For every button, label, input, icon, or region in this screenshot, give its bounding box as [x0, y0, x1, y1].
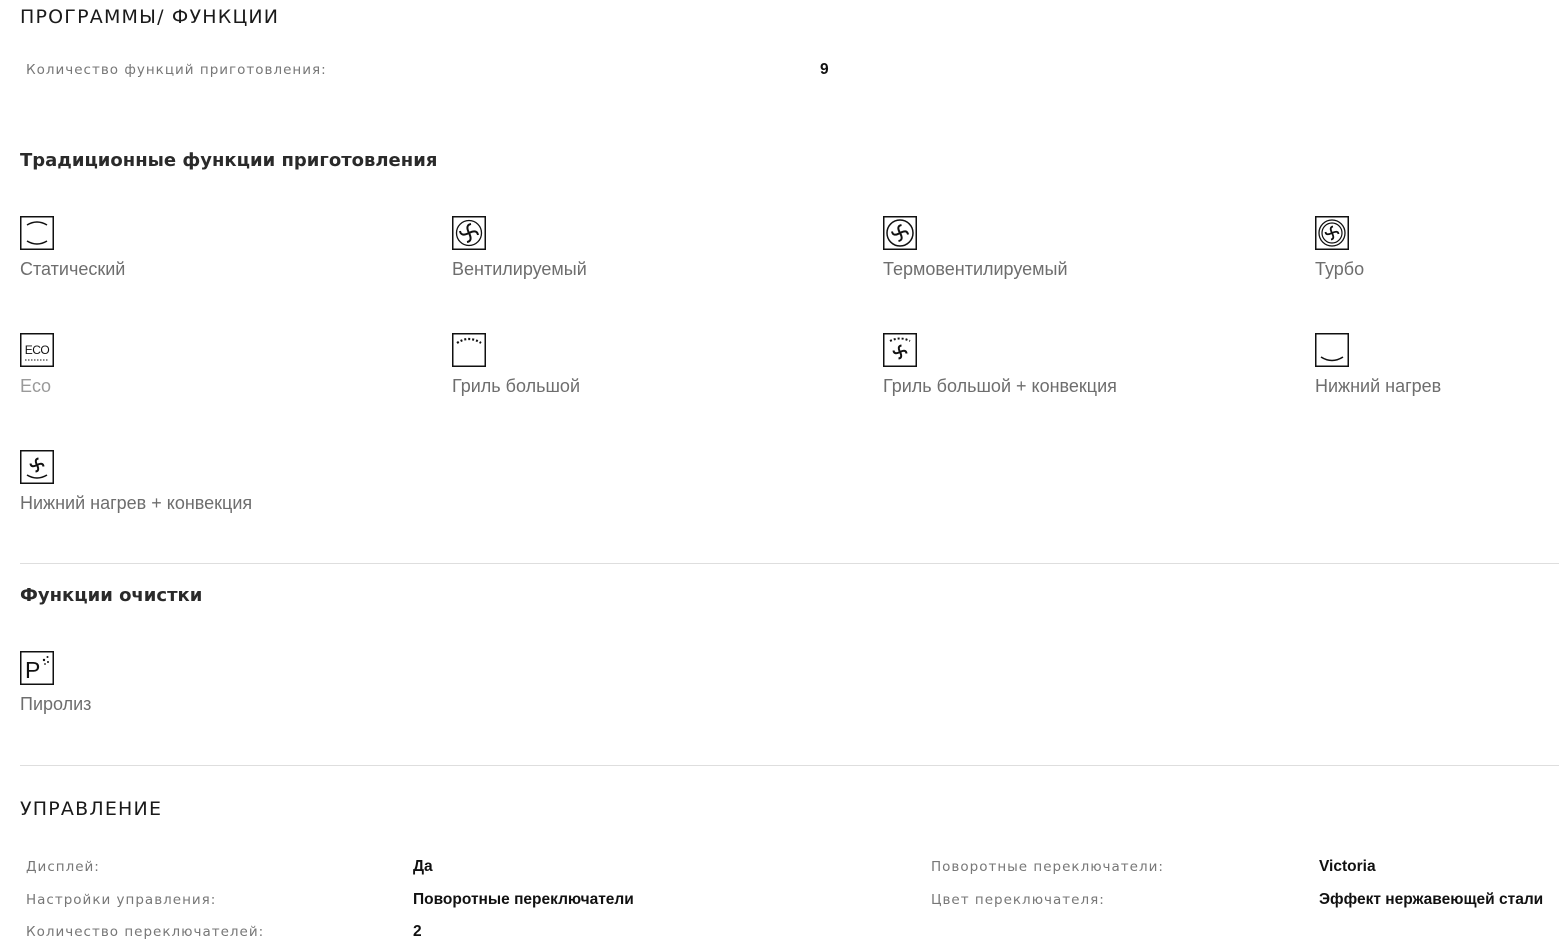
eco-icon-text: ECO: [25, 343, 50, 357]
grill-fan-icon: [883, 333, 917, 367]
switch-count-label: Количество переключателей:: [26, 924, 265, 940]
switch-count-value: 2: [413, 923, 422, 940]
switch-color-value: Эффект нержавеющей стали: [1319, 891, 1544, 908]
feature-label: Статический: [20, 259, 126, 279]
feature-label: Гриль большой + конвекция: [883, 376, 1117, 396]
fan-circle-icon: [883, 216, 917, 250]
rotary-switches-label: Поворотные переключатели:: [931, 859, 1164, 875]
pyrolysis-icon: P: [20, 651, 54, 685]
feature-large-grill: Гриль большой: [452, 333, 852, 413]
feature-label: Термовентилируемый: [883, 259, 1068, 279]
pyrolysis-icon-text: P: [25, 657, 40, 683]
eco-icon: ECO: [20, 333, 54, 367]
traditional-functions-title: Традиционные функции приготовления: [20, 150, 438, 171]
turbo-fan-icon: [1315, 216, 1349, 250]
bottom-heat-icon: [1315, 333, 1349, 367]
feature-label: Пиролиз: [20, 694, 92, 714]
feature-label: Нижний нагрев + конвекция: [20, 493, 253, 513]
cooking-functions-count-value: 9: [820, 61, 829, 78]
rotary-switches-value: Victoria: [1319, 858, 1376, 875]
control-settings-value: Поворотные переключатели: [413, 891, 634, 908]
cooking-functions-count-label: Количество функций приготовления:: [26, 62, 327, 78]
feature-turbo: Турбо: [1315, 216, 1559, 296]
feature-fan: Вентилируемый: [452, 216, 852, 296]
switch-color-label: Цвет переключателя:: [931, 892, 1105, 908]
feature-static: Статический: [20, 216, 420, 296]
bottom-heat-fan-icon: [20, 450, 54, 484]
cleaning-functions-title: Функции очистки: [20, 585, 203, 606]
feature-thermo-fan: Термовентилируемый: [883, 216, 1283, 296]
fan-icon: [452, 216, 486, 250]
programs-section-title: ПРОГРАММЫ/ ФУНКЦИИ: [20, 6, 280, 28]
feature-eco: ECO Eco: [20, 333, 420, 413]
feature-label: Гриль большой: [452, 376, 580, 396]
feature-grill-convection: Гриль большой + конвекция: [883, 333, 1283, 413]
feature-label: Турбо: [1315, 259, 1365, 279]
control-section-title: УПРАВЛЕНИЕ: [20, 798, 163, 820]
feature-bottom-heat: Нижний нагрев: [1315, 333, 1559, 413]
feature-label: Нижний нагрев: [1315, 376, 1442, 396]
display-label: Дисплей:: [26, 859, 100, 875]
control-settings-label: Настройки управления:: [26, 892, 217, 908]
display-value: Да: [413, 858, 433, 875]
feature-label: Eco: [20, 376, 52, 396]
feature-label: Вентилируемый: [452, 259, 587, 279]
large-grill-icon: [452, 333, 486, 367]
feature-pyrolysis: P Пиролиз: [20, 651, 420, 731]
section-divider: [20, 765, 1559, 766]
feature-bottom-heat-convection: Нижний нагрев + конвекция: [20, 450, 420, 530]
static-heat-icon: [20, 216, 54, 250]
section-divider: [20, 563, 1559, 564]
